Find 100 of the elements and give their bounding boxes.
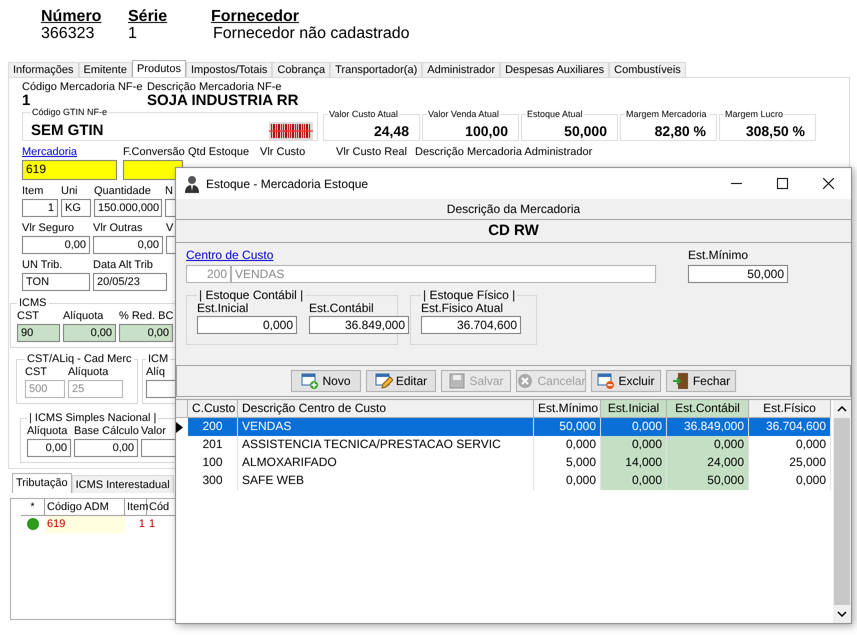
table-cell: 25,000 — [749, 454, 831, 472]
field-label: Est.Contábil — [309, 302, 375, 315]
product-description: CD RW — [176, 220, 851, 243]
group-title: CST/ALiq - Cad Merc — [26, 353, 133, 366]
column-header: Descrição Centro de Custo — [238, 400, 534, 418]
input-field[interactable]: TON — [22, 273, 90, 291]
field-label: Base Cálculo — [74, 425, 138, 438]
field-label: Alíquota — [68, 366, 110, 379]
tab[interactable]: Informações — [8, 62, 79, 77]
field-label: N — [165, 185, 174, 198]
group-title: | ICMS Simples Nacional | — [28, 412, 158, 425]
input-field[interactable]: 619 — [22, 160, 117, 180]
table-cell: 0,000 — [749, 472, 831, 490]
field-label: Estoque Atual — [526, 109, 584, 120]
tab[interactable]: ICMS Interestadual — [72, 475, 174, 493]
window-title: Estoque - Mercadoria Estoque — [206, 176, 370, 190]
input-field[interactable]: 0,00 — [22, 236, 90, 254]
field-label: Vlr Custo — [260, 146, 306, 159]
field-link[interactable]: Mercadoria — [22, 146, 123, 159]
field-label: Alíquota — [27, 425, 68, 438]
field-label: Qtd Estoque — [188, 146, 250, 159]
scroll-down-icon — [837, 611, 847, 617]
table-cell: 100 — [188, 454, 238, 472]
table-cell-text: 1 — [138, 517, 146, 532]
table-cell: 50,000 — [534, 418, 601, 436]
scrollbar[interactable] — [833, 400, 851, 623]
input-field[interactable]: 0,00 — [119, 324, 173, 342]
summary-value: 24,48 — [374, 123, 409, 139]
table-cell: 200 — [188, 418, 238, 436]
field-label: Data Alt Trib — [93, 259, 154, 272]
column-header: Est.Contábil — [667, 400, 749, 418]
column-header: Est.Físico — [749, 400, 831, 418]
table-cell: 201 — [188, 436, 238, 454]
group-title: | Estoque Físico | — [422, 289, 516, 302]
tab[interactable]: Produtos — [132, 60, 186, 77]
tab[interactable]: Emitente — [78, 62, 132, 77]
field-label: Quantidade — [94, 185, 152, 198]
table-cell: VENDAS — [238, 418, 534, 436]
toolbar-button[interactable]: Excluir — [591, 370, 661, 392]
field-label: Valor Custo Atual — [328, 109, 399, 120]
field-label: Descrição Mercadoria NF-e — [147, 81, 282, 94]
input-field[interactable]: 150.000,000 — [94, 199, 162, 217]
table-cell: 14,000 — [601, 454, 667, 472]
field-label: Est.Fisico Atual — [421, 302, 504, 315]
header-label: Número — [41, 8, 102, 25]
tab[interactable]: Cobrança — [272, 62, 330, 77]
table-cell: 300 — [188, 472, 238, 490]
field-label: Margem Mercadoria — [625, 109, 708, 120]
field-label: Vlr Outras — [93, 222, 144, 235]
field-label: Est.Inicial — [197, 302, 248, 315]
input-field[interactable]: 90 — [17, 324, 60, 342]
input-field[interactable]: 36.849,000 — [309, 316, 409, 334]
input-field[interactable]: 1 — [22, 199, 58, 217]
summary-value: 82,80 % — [654, 123, 706, 139]
group-title: ICMS — [18, 297, 48, 310]
input-field[interactable]: 0,00 — [74, 439, 138, 457]
table-cell: 0,000 — [601, 418, 667, 436]
toolbar-button[interactable]: Editar — [366, 370, 436, 392]
input-field[interactable]: 0,00 — [27, 439, 71, 457]
exit-door-icon — [672, 372, 690, 390]
tab[interactable]: Impostos/Totais — [186, 62, 272, 77]
tab[interactable]: Administrador — [422, 62, 500, 77]
table-cell: 0,000 — [667, 436, 749, 454]
row-pointer-icon — [176, 422, 183, 432]
pencil-icon — [374, 372, 393, 390]
table-cell: ASSISTENCIA TECNICA/PRESTACAO SERVIC — [238, 436, 534, 454]
field-label: Alíquota — [63, 310, 104, 323]
table-cell: 36.849,000 — [667, 418, 749, 436]
toolbar-button[interactable]: Novo — [291, 370, 361, 392]
product-code: 1 — [22, 94, 30, 108]
input-field[interactable]: KG — [61, 199, 91, 217]
input-field[interactable]: 0,000 — [197, 316, 297, 334]
tab[interactable]: Transportador(a) — [330, 62, 422, 77]
column-header: C.Custo — [188, 400, 238, 418]
summary-value: 308,50 % — [746, 123, 805, 139]
input-field[interactable] — [123, 160, 183, 180]
tab[interactable]: Despesas Auxiliares — [500, 62, 610, 77]
user-icon — [184, 174, 200, 192]
toolbar-button[interactable]: Fechar — [666, 370, 736, 392]
section-label: Descrição da Mercadoria — [176, 199, 851, 220]
input-field[interactable]: 36.704,600 — [421, 316, 521, 334]
gtin-value: SEM GTIN — [31, 122, 104, 140]
tab[interactable]: Combustíveis — [609, 62, 686, 77]
group-title: ICM — [147, 353, 170, 366]
table-cell: ALMOXARIFADO — [238, 454, 534, 472]
table-cell: 0,000 — [601, 472, 667, 490]
input-field[interactable]: 50,000 — [688, 265, 788, 283]
field-label: Margem Lucro — [724, 109, 784, 120]
column-header: Item — [125, 499, 147, 516]
tab[interactable]: Tributação — [12, 473, 72, 493]
table-cell: 0,000 — [601, 436, 667, 454]
input-field[interactable]: 0,00 — [93, 236, 163, 254]
header-value: 366323 — [41, 25, 96, 42]
input-field[interactable]: 0,00 — [63, 324, 116, 342]
field-label: UN Trib. — [22, 259, 64, 272]
field-label: % Red. BC — [119, 310, 173, 323]
field-link[interactable]: Centro de Custo — [186, 249, 656, 262]
field-label: Est.Mínimo — [688, 249, 750, 262]
maximize-icon — [776, 178, 788, 189]
input-field[interactable]: 20/05/23 — [93, 273, 167, 291]
